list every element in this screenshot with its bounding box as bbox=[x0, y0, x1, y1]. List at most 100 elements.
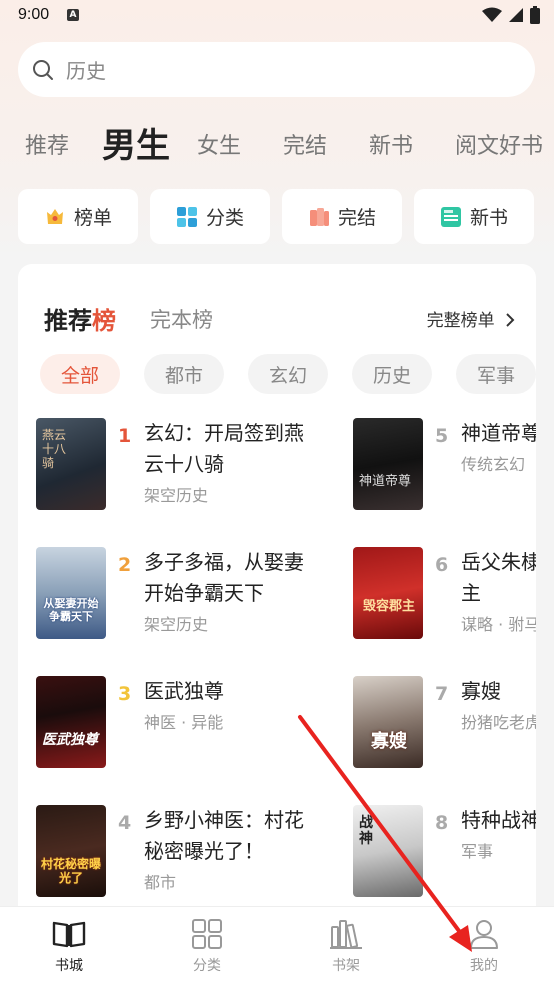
rank-number: 7 bbox=[435, 683, 449, 705]
bottom-nav: 书城 分类 书架 我的 bbox=[0, 906, 554, 984]
user-icon bbox=[470, 920, 498, 949]
book-cover: 燕云十八骑 bbox=[36, 418, 106, 510]
nav-bookstore[interactable]: 书城 bbox=[29, 919, 109, 979]
rank-number: 8 bbox=[435, 812, 449, 834]
chip-military[interactable]: 军事 bbox=[456, 354, 536, 394]
battery-icon bbox=[530, 6, 540, 24]
book-title: 神道帝尊 bbox=[461, 421, 536, 445]
book-tag: 架空历史 bbox=[144, 486, 209, 505]
book-open-icon bbox=[52, 921, 86, 948]
cover-text: 战神 bbox=[359, 815, 373, 847]
nav-profile[interactable]: 我的 bbox=[444, 919, 524, 979]
book-tag: 都市 bbox=[144, 873, 177, 892]
book-tag: 传统玄幻 bbox=[461, 455, 526, 474]
cover-text: 从娶妻开始争霸天下 bbox=[43, 597, 99, 623]
chip-history[interactable]: 历史 bbox=[352, 354, 432, 394]
search-icon bbox=[33, 59, 53, 80]
search-bar[interactable]: 历史 bbox=[18, 42, 535, 97]
book-item[interactable]: 毁容郡主 6 岳父朱棣，毁容郡主 谋略 · 驸马 bbox=[353, 547, 536, 652]
book-title: 特种战神 bbox=[461, 808, 536, 832]
signal-icon bbox=[509, 8, 523, 22]
book-title: 岳父朱棣，毁容郡主 bbox=[461, 550, 536, 605]
chip-urban[interactable]: 都市 bbox=[144, 354, 224, 394]
search-placeholder: 历史 bbox=[66, 59, 106, 83]
genre-chips: 全部 都市 玄幻 历史 军事 bbox=[40, 354, 536, 394]
book-cover: 神道帝尊 bbox=[353, 418, 423, 510]
ranking-card: 推荐榜 完本榜 完整榜单 全部 都市 玄幻 历史 军事 燕云十八骑 1 玄幻：开… bbox=[18, 264, 536, 924]
tab-yuewen-good[interactable]: 阅文好书 bbox=[455, 128, 543, 160]
category-tabs: 推荐 男生 女生 完结 新书 阅文好书 bbox=[0, 110, 554, 170]
book-item[interactable]: 医武独尊 3 医武独尊 神医 · 异能 bbox=[36, 676, 336, 781]
nav-profile-label: 我的 bbox=[470, 958, 498, 974]
status-time: 9:00 bbox=[18, 6, 50, 23]
book-cover: 寡嫂 bbox=[353, 676, 423, 768]
nav-bookshelf-label: 书架 bbox=[332, 958, 360, 974]
books-icon bbox=[309, 207, 329, 226]
book-cover: 战神 bbox=[353, 805, 423, 897]
nav-category-label: 分类 bbox=[193, 958, 221, 974]
quick-ranking-button[interactable]: 榜单 bbox=[18, 189, 138, 244]
tab-male[interactable]: 男生 bbox=[102, 118, 170, 167]
nav-bookstore-label: 书城 bbox=[55, 958, 83, 974]
chip-all[interactable]: 全部 bbox=[40, 354, 120, 394]
book-tag: 谋略 · 驸马 bbox=[461, 615, 536, 634]
rank-number: 6 bbox=[435, 554, 449, 576]
chip-fantasy[interactable]: 玄幻 bbox=[248, 354, 328, 394]
book-title: 寡嫂 bbox=[461, 679, 501, 703]
cover-text: 神道帝尊 bbox=[359, 474, 412, 489]
book-item[interactable]: 燕云十八骑 1 玄幻：开局签到燕云十八骑 架空历史 bbox=[36, 418, 336, 523]
notification-a-icon: A bbox=[67, 9, 79, 21]
book-title: 玄幻：开局签到燕云十八骑 bbox=[144, 421, 304, 476]
status-icons bbox=[482, 6, 540, 24]
tab-female[interactable]: 女生 bbox=[197, 128, 241, 160]
book-tag: 扮猪吃老虎 bbox=[461, 713, 536, 732]
rank-title-prefix: 推荐 bbox=[44, 307, 92, 335]
book-cover: 村花秘密曝光了 bbox=[36, 805, 106, 897]
book-title: 医武独尊 bbox=[144, 679, 224, 703]
rank-number: 2 bbox=[118, 554, 132, 576]
book-item[interactable]: 寡嫂 7 寡嫂 扮猪吃老虎 bbox=[353, 676, 536, 781]
bookshelf-icon bbox=[330, 920, 362, 949]
new-badge-icon bbox=[440, 206, 461, 227]
cover-text: 毁容郡主 bbox=[362, 599, 415, 614]
book-cover: 医武独尊 bbox=[36, 676, 106, 768]
book-cover: 毁容郡主 bbox=[353, 547, 423, 639]
quick-category-label: 分类 bbox=[205, 207, 244, 229]
full-rank-label: 完整榜单 bbox=[426, 311, 495, 331]
wifi-icon bbox=[482, 7, 502, 22]
rank-title-highlight: 榜 bbox=[92, 307, 116, 335]
tab-recommend[interactable]: 推荐 bbox=[25, 128, 69, 160]
book-cover: 从娶妻开始争霸天下 bbox=[36, 547, 106, 639]
crown-icon bbox=[46, 208, 63, 224]
tab-completed[interactable]: 完结 bbox=[283, 128, 327, 160]
completed-rank-tab[interactable]: 完本榜 bbox=[150, 304, 213, 334]
cover-text: 村花秘密曝光了 bbox=[40, 857, 101, 885]
quick-completed-label: 完结 bbox=[337, 207, 376, 229]
rank-number: 4 bbox=[118, 812, 132, 834]
book-item[interactable]: 神道帝尊 5 神道帝尊 传统玄幻 bbox=[353, 418, 536, 523]
nav-bookshelf[interactable]: 书架 bbox=[306, 919, 386, 979]
full-rank-link[interactable]: 完整榜单 bbox=[427, 306, 516, 331]
book-item[interactable]: 战神 8 特种战神 军事 bbox=[353, 805, 536, 910]
cover-text: 寡嫂 bbox=[371, 731, 407, 752]
nav-category[interactable]: 分类 bbox=[167, 919, 247, 979]
book-tag: 神医 · 异能 bbox=[144, 713, 224, 732]
book-item[interactable]: 从娶妻开始争霸天下 2 多子多福，从娶妻开始争霸天下 架空历史 bbox=[36, 547, 336, 652]
tab-new[interactable]: 新书 bbox=[369, 128, 413, 160]
book-title: 乡野小神医：村花秘密曝光了！ bbox=[144, 808, 304, 863]
rank-title[interactable]: 推荐榜 bbox=[44, 301, 116, 336]
status-bar: 9:00 A bbox=[0, 0, 554, 34]
rank-number: 5 bbox=[435, 425, 449, 447]
rank-number: 1 bbox=[118, 425, 132, 447]
book-item[interactable]: 村花秘密曝光了 4 乡野小神医：村花秘密曝光了！ 都市 bbox=[36, 805, 336, 910]
quick-new-button[interactable]: 新书 bbox=[414, 189, 534, 244]
quick-new-label: 新书 bbox=[469, 207, 508, 229]
chevron-right-icon bbox=[506, 313, 515, 327]
grid-icon bbox=[176, 206, 197, 227]
quick-ranking-label: 榜单 bbox=[73, 207, 112, 229]
grid-icon bbox=[192, 919, 222, 949]
rank-number: 3 bbox=[118, 683, 132, 705]
cover-text: 医武独尊 bbox=[42, 732, 98, 748]
quick-category-button[interactable]: 分类 bbox=[150, 189, 270, 244]
quick-completed-button[interactable]: 完结 bbox=[282, 189, 402, 244]
